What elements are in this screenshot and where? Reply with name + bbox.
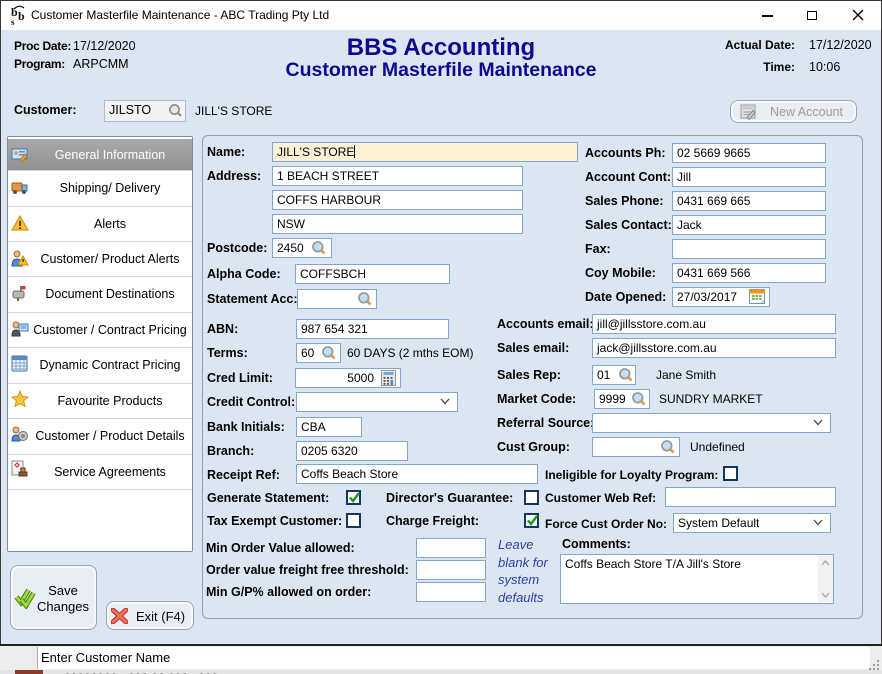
svg-text:s: s [11, 17, 15, 26]
svg-text:b: b [18, 9, 25, 23]
